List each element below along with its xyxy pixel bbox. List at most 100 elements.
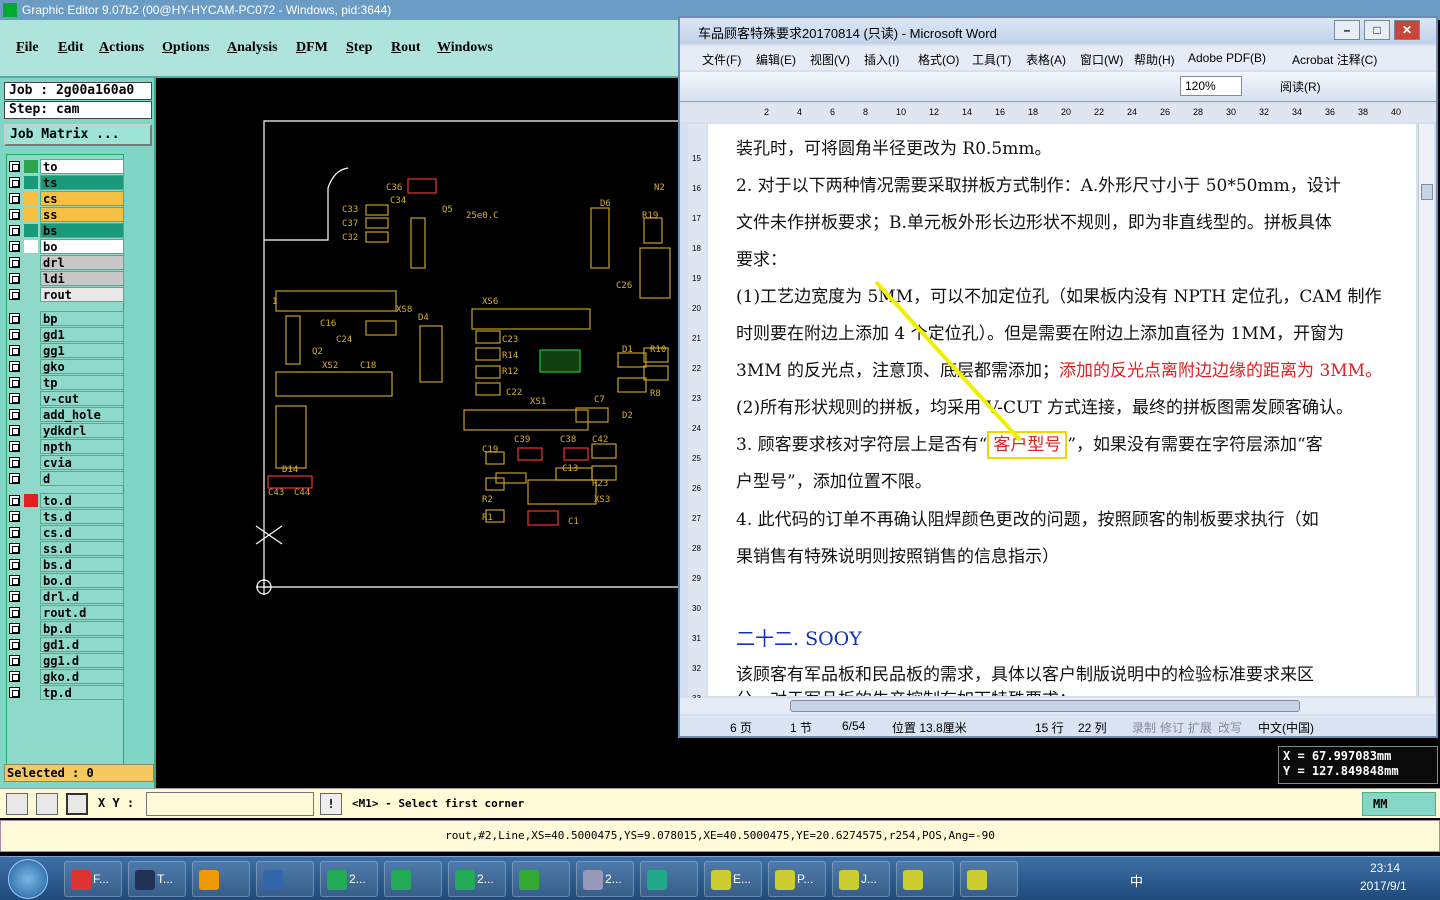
layer-name[interactable]: ts.d — [40, 509, 124, 524]
menu-actions[interactable]: Actions — [99, 40, 144, 56]
layer-name[interactable]: to.d — [40, 493, 124, 508]
layer-name[interactable]: npth — [40, 439, 124, 454]
layer-row[interactable]: ts.d — [7, 509, 125, 524]
job-matrix-button[interactable]: Job Matrix ... — [4, 124, 152, 146]
layer-name[interactable]: gd1.d — [40, 637, 124, 652]
layer-color-swatch[interactable] — [24, 224, 38, 237]
menu-rout[interactable]: Rout — [391, 40, 421, 56]
layer-color-swatch[interactable] — [24, 408, 38, 421]
layer-name[interactable]: bo.d — [40, 573, 124, 588]
layer-row[interactable]: to — [7, 159, 125, 174]
layer-color-swatch[interactable] — [24, 558, 38, 571]
layer-name[interactable]: tp — [40, 375, 124, 390]
layer-name[interactable]: tp.d — [40, 685, 124, 700]
layer-name[interactable]: bp.d — [40, 621, 124, 636]
word-menu-item[interactable]: 窗口(W) — [1080, 51, 1123, 68]
layer-name[interactable]: bp — [40, 311, 124, 326]
layer-checkbox[interactable] — [9, 409, 20, 420]
layer-color-swatch[interactable] — [24, 542, 38, 555]
menu-file[interactable]: File — [16, 40, 39, 56]
word-menu-item[interactable]: 插入(I) — [864, 51, 899, 68]
layer-name[interactable]: drl.d — [40, 589, 124, 604]
layer-row[interactable]: bp.d — [7, 621, 125, 636]
layer-checkbox[interactable] — [9, 193, 20, 204]
units-select[interactable]: MM — [1362, 792, 1436, 816]
layer-checkbox[interactable] — [9, 273, 20, 284]
layer-color-swatch[interactable] — [24, 256, 38, 269]
taskbar-button[interactable] — [640, 861, 698, 897]
layer-name[interactable]: ts — [40, 175, 124, 190]
taskbar-button[interactable] — [960, 861, 1018, 897]
layer-color-swatch[interactable] — [24, 392, 38, 405]
layer-row[interactable]: gko.d — [7, 669, 125, 684]
layer-checkbox[interactable] — [9, 671, 20, 682]
layer-checkbox[interactable] — [9, 257, 20, 268]
start-button[interactable] — [8, 859, 48, 899]
layer-color-swatch[interactable] — [24, 606, 38, 619]
word-menu-item[interactable]: Acrobat 注释(C) — [1292, 51, 1377, 68]
layer-checkbox[interactable] — [9, 361, 20, 372]
menu-analysis[interactable]: Analysis — [227, 40, 278, 56]
layer-row[interactable]: ss.d — [7, 541, 125, 556]
layer-row[interactable]: rout.d — [7, 605, 125, 620]
layer-row[interactable]: bp — [7, 311, 125, 326]
layer-color-swatch[interactable] — [24, 240, 38, 253]
layer-row[interactable]: npth — [7, 439, 125, 454]
layer-checkbox[interactable] — [9, 575, 20, 586]
layer-color-swatch[interactable] — [24, 208, 38, 221]
layer-color-swatch[interactable] — [24, 510, 38, 523]
taskbar-button[interactable] — [384, 861, 442, 897]
layer-row[interactable]: d — [7, 471, 125, 486]
word-menu-item[interactable]: 帮助(H) — [1134, 51, 1175, 68]
layer-checkbox[interactable] — [9, 543, 20, 554]
layer-row[interactable]: cs.d — [7, 525, 125, 540]
layer-color-swatch[interactable] — [24, 686, 38, 699]
layer-name[interactable]: gg1.d — [40, 653, 124, 668]
layer-checkbox[interactable] — [9, 473, 20, 484]
close-button[interactable]: ✕ — [1394, 20, 1420, 40]
layer-name[interactable]: rout.d — [40, 605, 124, 620]
layer-checkbox[interactable] — [9, 639, 20, 650]
layer-color-swatch[interactable] — [24, 654, 38, 667]
layer-checkbox[interactable] — [9, 289, 20, 300]
layer-name[interactable]: cs — [40, 191, 124, 206]
layer-color-swatch[interactable] — [24, 272, 38, 285]
layer-checkbox[interactable] — [9, 241, 20, 252]
layer-color-swatch[interactable] — [24, 622, 38, 635]
layer-name[interactable]: add_hole — [40, 407, 124, 422]
layer-row[interactable]: ydkdrl — [7, 423, 125, 438]
layer-checkbox[interactable] — [9, 329, 20, 340]
layer-checkbox[interactable] — [9, 441, 20, 452]
layer-color-swatch[interactable] — [24, 328, 38, 341]
menu-windows[interactable]: Windows — [437, 40, 493, 56]
graphic-canvas[interactable]: C36 C33 C37 C32 C34 Q5 25e0.C D6 N2 R19 C26 XS6 XS8 C… — [156, 78, 680, 788]
layer-color-swatch[interactable] — [24, 638, 38, 651]
word-menu-item[interactable]: 表格(A) — [1026, 51, 1066, 68]
layer-name[interactable]: d — [40, 471, 124, 486]
layer-row[interactable]: bs.d — [7, 557, 125, 572]
horizontal-scrollbar[interactable] — [680, 698, 1436, 714]
layer-row[interactable]: gko — [7, 359, 125, 374]
layer-name[interactable]: ss.d — [40, 541, 124, 556]
layer-checkbox[interactable] — [9, 511, 20, 522]
layer-row[interactable]: gd1 — [7, 327, 125, 342]
layer-checkbox[interactable] — [9, 425, 20, 436]
word-menu-item[interactable]: 文件(F) — [702, 51, 741, 68]
layer-checkbox[interactable] — [9, 559, 20, 570]
layer-color-swatch[interactable] — [24, 456, 38, 469]
layer-color-swatch[interactable] — [24, 160, 38, 173]
layer-color-swatch[interactable] — [24, 494, 38, 507]
layer-color-swatch[interactable] — [24, 472, 38, 485]
layer-name[interactable]: bo — [40, 239, 124, 254]
layer-color-swatch[interactable] — [24, 440, 38, 453]
layer-checkbox[interactable] — [9, 527, 20, 538]
layer-name[interactable]: rout — [40, 287, 124, 302]
angle-tool-button[interactable] — [36, 793, 58, 815]
ime-indicator[interactable]: 中 — [1130, 871, 1143, 890]
layer-row[interactable]: to.d — [7, 493, 125, 508]
menu-step[interactable]: Step — [346, 40, 372, 56]
taskbar-button[interactable]: E... — [704, 861, 762, 897]
layer-checkbox[interactable] — [9, 607, 20, 618]
layer-checkbox[interactable] — [9, 495, 20, 506]
layer-row[interactable]: add_hole — [7, 407, 125, 422]
